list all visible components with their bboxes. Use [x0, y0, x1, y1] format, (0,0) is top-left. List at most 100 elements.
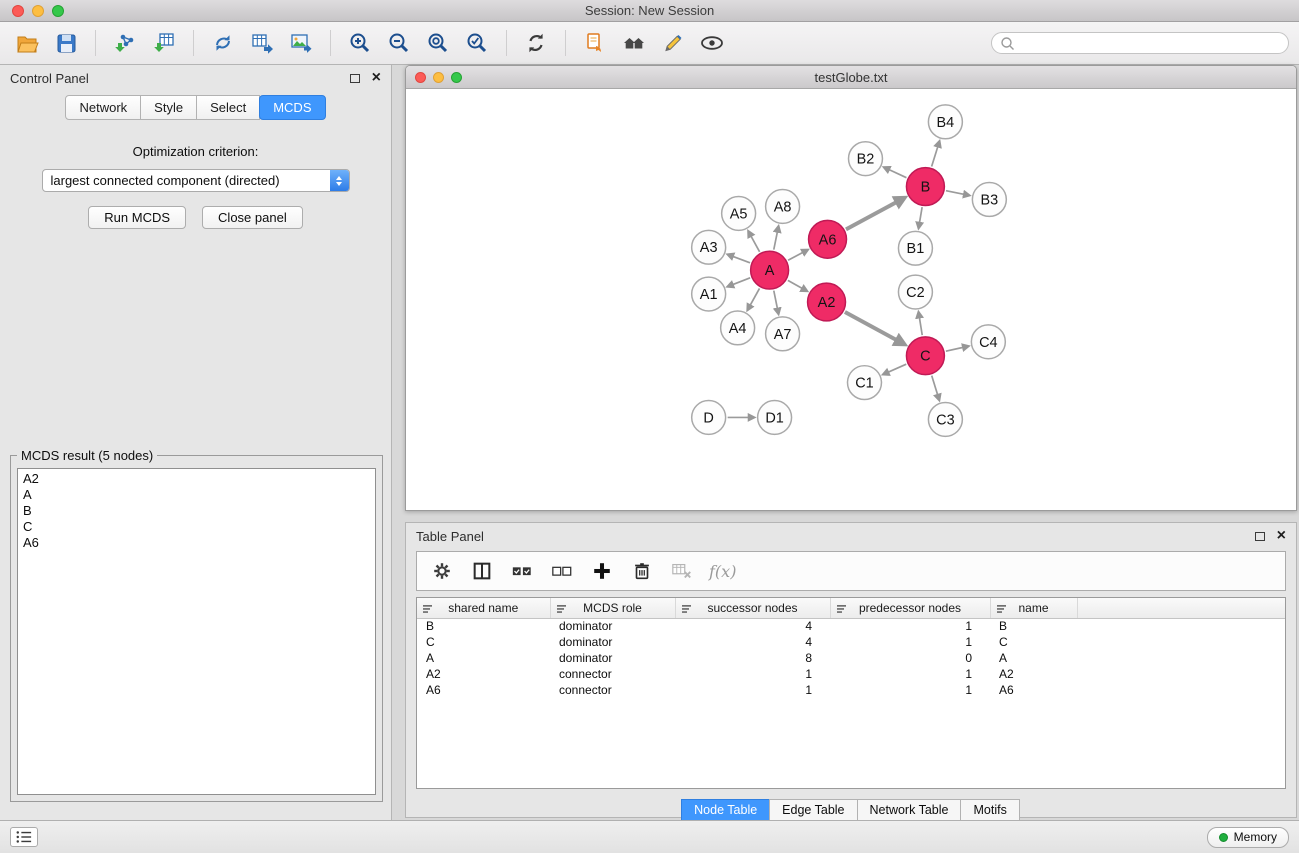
show-columns-icon[interactable]	[469, 558, 495, 584]
fullscreen-window-button[interactable]	[52, 5, 64, 17]
tab-style[interactable]: Style	[140, 95, 197, 120]
network-node-B1[interactable]: B1	[898, 231, 932, 265]
mcds-result-item[interactable]: A6	[23, 535, 370, 551]
network-edge-B-B1[interactable]	[920, 207, 923, 223]
import-network-icon[interactable]	[108, 27, 142, 59]
network-node-C[interactable]: C	[906, 337, 944, 375]
optimization-criterion-dropdown[interactable]: largest connected component (directed)	[42, 169, 350, 192]
network-node-C4[interactable]: C4	[971, 325, 1005, 359]
network-graph[interactable]: B4B2BB3A5A8A6A3B1AC2A1A2A4A7C4CC1C3DD1	[407, 90, 1295, 509]
mcds-result-list[interactable]: A2ABCA6	[17, 468, 376, 795]
tab-edge-table[interactable]: Edge Table	[769, 799, 857, 821]
zoom-selected-icon[interactable]	[460, 27, 494, 59]
deselect-all-icon[interactable]	[549, 558, 575, 584]
select-all-icon[interactable]	[509, 558, 535, 584]
column-header-predecessor-nodes[interactable]: predecessor nodes	[830, 598, 990, 618]
home-icon[interactable]	[617, 27, 651, 59]
dropdown-stepper-icon[interactable]	[330, 170, 349, 191]
network-node-B3[interactable]: B3	[972, 183, 1006, 217]
network-edge-A-A1[interactable]	[733, 278, 750, 285]
close-panel-button[interactable]: Close panel	[202, 206, 303, 229]
network-node-A7[interactable]: A7	[766, 317, 800, 351]
network-node-A6[interactable]: A6	[809, 220, 847, 258]
network-window-titlebar[interactable]: testGlobe.txt	[406, 66, 1296, 89]
function-builder-icon[interactable]: f(x)	[709, 558, 736, 584]
tab-mcds[interactable]: MCDS	[259, 95, 325, 120]
table-row[interactable]: A2connector11A2	[417, 666, 1285, 682]
column-header-name[interactable]: name	[990, 598, 1077, 618]
network-node-C3[interactable]: C3	[928, 403, 962, 437]
table-row[interactable]: Cdominator41C	[417, 634, 1285, 650]
memory-button[interactable]: Memory	[1207, 827, 1289, 848]
network-node-C2[interactable]: C2	[898, 275, 932, 309]
network-edge-C-C2[interactable]	[919, 318, 922, 336]
tab-select[interactable]: Select	[196, 95, 260, 120]
network-node-A3[interactable]: A3	[692, 230, 726, 264]
network-edge-A-A2[interactable]	[788, 280, 802, 288]
network-minimize-button[interactable]	[433, 72, 444, 83]
network-close-button[interactable]	[415, 72, 426, 83]
network-edge-B-B2[interactable]	[889, 170, 906, 178]
table-row[interactable]: Adominator80A	[417, 650, 1285, 666]
network-edge-C-C1[interactable]	[888, 364, 906, 372]
network-maximize-button[interactable]	[451, 72, 462, 83]
table-row[interactable]: Bdominator41B	[417, 618, 1285, 634]
network-node-A2[interactable]: A2	[808, 283, 846, 321]
network-node-A4[interactable]: A4	[721, 311, 755, 345]
import-table-icon[interactable]	[147, 27, 181, 59]
export-image-icon[interactable]	[284, 27, 318, 59]
network-edge-A-A3[interactable]	[733, 256, 750, 262]
add-column-icon[interactable]	[589, 558, 615, 584]
mcds-result-item[interactable]: A	[23, 487, 370, 503]
network-edge-B-B4[interactable]	[932, 147, 938, 167]
network-node-D1[interactable]: D1	[758, 401, 792, 435]
table-panel-float-icon[interactable]	[1255, 532, 1265, 541]
network-edge-C-C4[interactable]	[946, 347, 963, 351]
tab-network[interactable]: Network	[65, 95, 141, 120]
search-input[interactable]	[1019, 36, 1280, 50]
network-canvas[interactable]: B4B2BB3A5A8A6A3B1AC2A1A2A4A7C4CC1C3DD1	[407, 90, 1295, 509]
refresh-icon[interactable]	[519, 27, 553, 59]
control-panel-float-icon[interactable]	[350, 74, 360, 83]
close-window-button[interactable]	[12, 5, 24, 17]
tab-motifs[interactable]: Motifs	[960, 799, 1019, 821]
control-panel-close-icon[interactable]: ×	[372, 73, 381, 83]
network-edge-A-A4[interactable]	[750, 288, 759, 305]
network-node-A[interactable]: A	[751, 251, 789, 289]
mcds-result-item[interactable]: A2	[23, 471, 370, 487]
network-node-C1[interactable]: C1	[848, 366, 882, 400]
network-edge-A-A6[interactable]	[788, 252, 803, 260]
save-session-icon[interactable]	[49, 27, 83, 59]
open-file-icon[interactable]	[10, 27, 44, 59]
export-network-icon[interactable]	[206, 27, 240, 59]
network-node-B[interactable]: B	[906, 168, 944, 206]
mcds-result-item[interactable]: C	[23, 519, 370, 535]
run-mcds-button[interactable]: Run MCDS	[88, 206, 186, 229]
network-edge-C-C3[interactable]	[932, 376, 938, 395]
export-table-icon[interactable]	[245, 27, 279, 59]
table-settings-gear-icon[interactable]	[429, 558, 455, 584]
network-edge-A6-B[interactable]	[846, 202, 896, 229]
zoom-out-icon[interactable]	[382, 27, 416, 59]
network-node-A8[interactable]: A8	[766, 190, 800, 224]
network-node-B4[interactable]: B4	[928, 105, 962, 139]
annotation-pencil-icon[interactable]	[656, 27, 690, 59]
network-node-B2[interactable]: B2	[849, 142, 883, 176]
network-edge-A-A7[interactable]	[774, 291, 778, 309]
node-table[interactable]: shared nameMCDS rolesuccessor nodesprede…	[416, 597, 1286, 789]
tab-node-table[interactable]: Node Table	[681, 799, 770, 821]
task-history-icon[interactable]	[10, 827, 38, 847]
minimize-window-button[interactable]	[32, 5, 44, 17]
network-edge-A-A8[interactable]	[774, 232, 778, 250]
document-icon[interactable]	[578, 27, 612, 59]
column-header-shared-name[interactable]: shared name	[417, 598, 550, 618]
column-header-successor-nodes[interactable]: successor nodes	[675, 598, 830, 618]
network-edge-A2-C[interactable]	[845, 312, 897, 340]
eye-icon[interactable]	[695, 27, 729, 59]
search-box[interactable]	[991, 32, 1289, 54]
table-row[interactable]: A6connector11A6	[417, 682, 1285, 698]
column-header-MCDS-role[interactable]: MCDS role	[550, 598, 675, 618]
delete-table-icon[interactable]	[669, 558, 695, 584]
zoom-fit-icon[interactable]	[421, 27, 455, 59]
zoom-in-icon[interactable]	[343, 27, 377, 59]
